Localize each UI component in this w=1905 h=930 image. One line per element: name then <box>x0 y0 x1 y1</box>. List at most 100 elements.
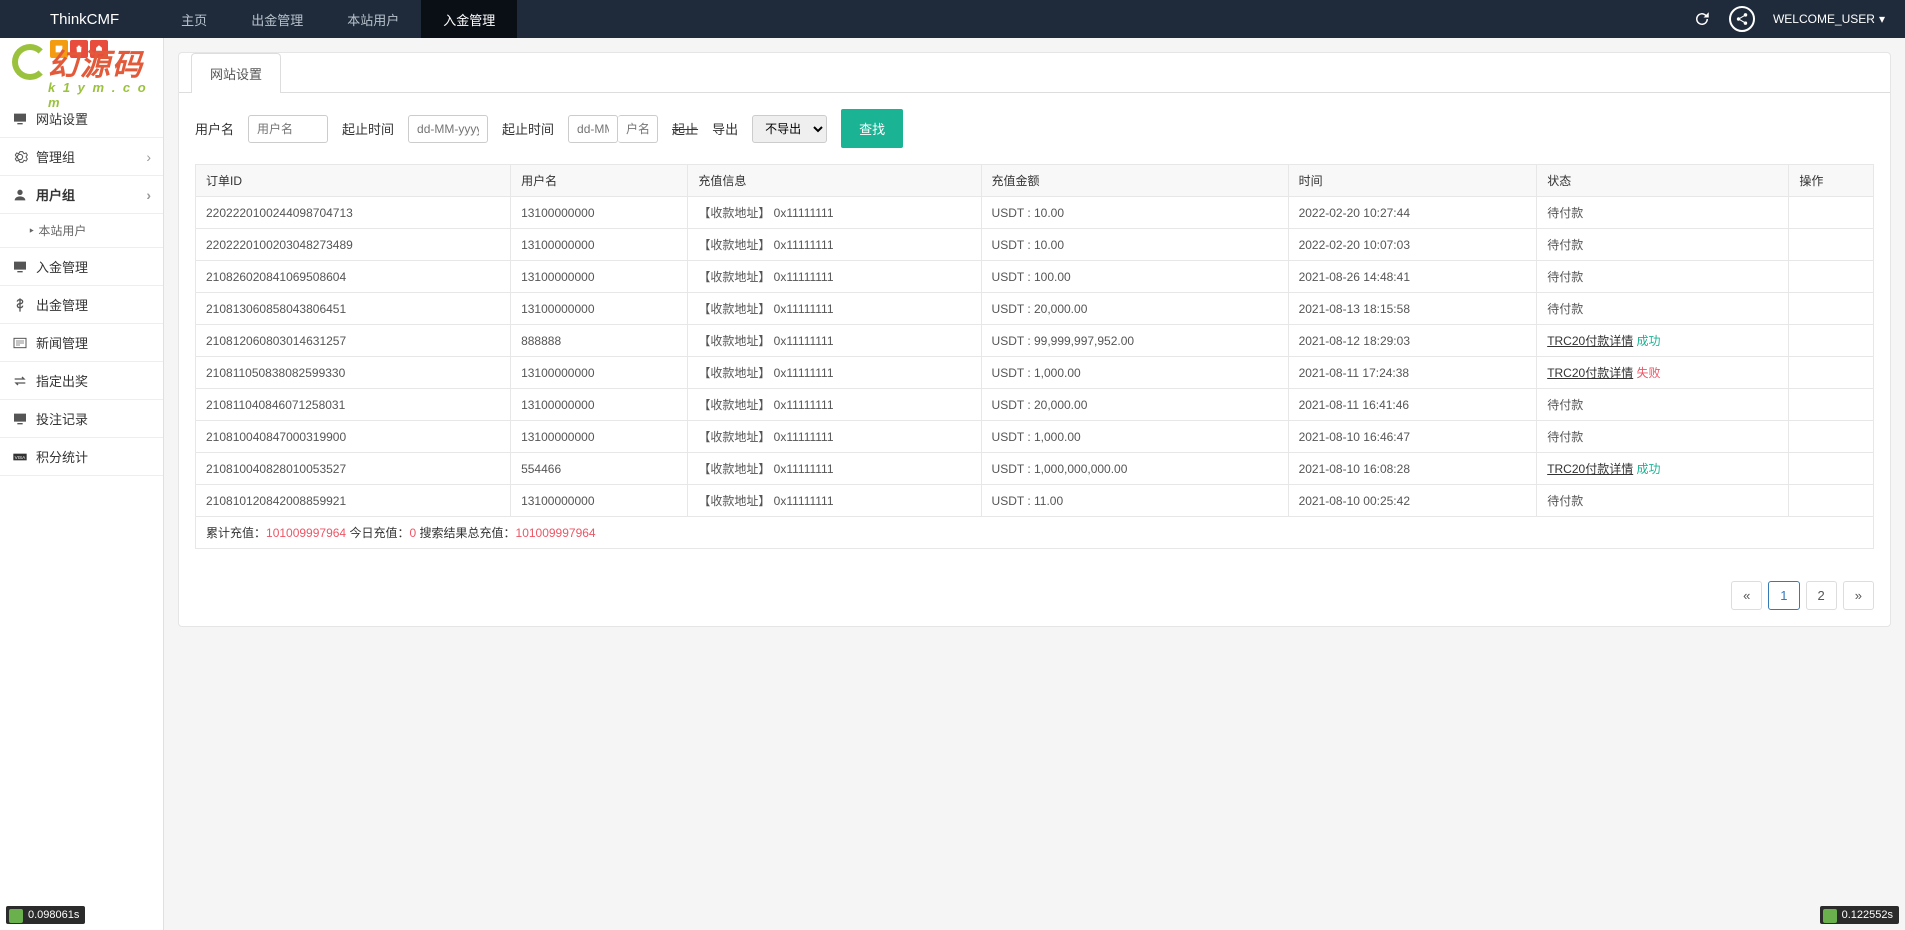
table-row: 21081306085804380645113100000000【收款地址】 0… <box>196 293 1874 325</box>
column-header: 操作 <box>1789 165 1874 197</box>
panel: 网站设置 用户名 起止时间 起止时间 起止 导出 不导出 查找 订单ID用户名充… <box>178 52 1891 627</box>
table-row: 21081104084607125803113100000000【收款地址】 0… <box>196 389 1874 421</box>
page-button[interactable]: 1 <box>1768 581 1799 610</box>
top-bar: ThinkCMF 主页出金管理本站用户入金管理 WELCOME_USER▾ <box>0 0 1905 38</box>
table-row: 21081012084200885992113100000000【收款地址】 0… <box>196 485 1874 517</box>
status-flag: 成功 <box>1633 334 1660 348</box>
column-header: 充值信息 <box>688 165 981 197</box>
action-cell <box>1789 485 1874 517</box>
sidebar-item[interactable]: 指定出奖 <box>0 362 163 399</box>
side-menu: 网站设置管理组 › 用户组 › 本站用户入金管理出金管理新闻管理指定出奖投注记录 VISA… <box>0 100 163 476</box>
user-icon <box>12 187 28 203</box>
action-cell <box>1789 229 1874 261</box>
sidebar-item[interactable]: VISA 积分统计 <box>0 438 163 475</box>
perf-right: 0.122552s <box>1820 906 1899 924</box>
sidebar-subitem[interactable]: 本站用户 <box>0 213 163 247</box>
end-date-input[interactable] <box>568 115 618 143</box>
page-button[interactable]: » <box>1843 581 1874 610</box>
quick-btn-1[interactable] <box>50 40 68 58</box>
top-right: WELCOME_USER▾ <box>1693 6 1905 32</box>
gear-icon <box>12 149 28 165</box>
topnav-item[interactable]: 出金管理 <box>229 0 325 38</box>
table-row: 21082602084106950860413100000000【收款地址】 0… <box>196 261 1874 293</box>
sidebar-item-label: 出金管理 <box>36 295 88 314</box>
pagination: «12» <box>179 565 1890 626</box>
tab-settings[interactable]: 网站设置 <box>191 53 281 93</box>
sidebar-item[interactable]: 新闻管理 <box>0 324 163 361</box>
sidebar: 幻源码 k 1 y m . c o m 网站设置管理组›用户组›本站用户入金管理… <box>0 38 164 930</box>
action-cell <box>1789 389 1874 421</box>
welcome-user[interactable]: WELCOME_USER▾ <box>1773 12 1885 26</box>
table-row: 210812060803014631257888888【收款地址】 0x1111… <box>196 325 1874 357</box>
action-cell <box>1789 197 1874 229</box>
action-cell <box>1789 325 1874 357</box>
svg-text:VISA: VISA <box>15 455 27 460</box>
export-select[interactable]: 不导出 <box>752 115 827 143</box>
action-cell <box>1789 261 1874 293</box>
status-flag: 失败 <box>1633 366 1660 380</box>
status-link[interactable]: TRC20付款详情 <box>1547 334 1633 348</box>
topnav-item[interactable]: 主页 <box>159 0 229 38</box>
table-row: 21081004084700031990013100000000【收款地址】 0… <box>196 421 1874 453</box>
sidebar-item-label: 积分统计 <box>36 447 88 466</box>
sidebar-item[interactable]: 入金管理 <box>0 248 163 285</box>
page-button[interactable]: « <box>1731 581 1762 610</box>
news-icon <box>12 335 28 351</box>
column-header: 充值金额 <box>981 165 1288 197</box>
table-row: 220222010020304827348​913100000000【收款地址】… <box>196 229 1874 261</box>
sidebar-item[interactable]: 管理组 › <box>0 138 163 175</box>
column-header: 时间 <box>1288 165 1537 197</box>
action-cell <box>1789 453 1874 485</box>
tabs: 网站设置 <box>179 53 1890 93</box>
sidebar-item-label: 网站设置 <box>36 109 88 128</box>
column-header: 用户名 <box>511 165 688 197</box>
quick-btn-2[interactable] <box>70 40 88 58</box>
sidebar-item-label: 指定出奖 <box>36 371 88 390</box>
visa-icon: VISA <box>12 449 28 465</box>
column-header: 状态 <box>1537 165 1789 197</box>
chevron-right-icon: › <box>146 149 151 165</box>
chevron-right-icon: › <box>146 187 151 203</box>
filter-bar: 用户名 起止时间 起止时间 起止 导出 不导出 查找 <box>179 93 1890 164</box>
desktop-icon <box>12 259 28 275</box>
sidebar-item[interactable]: 投注记录 <box>0 400 163 437</box>
start-date-input[interactable] <box>408 115 488 143</box>
sidebar-item[interactable]: 用户组 › <box>0 176 163 213</box>
page-button[interactable]: 2 <box>1806 581 1837 610</box>
search-button[interactable]: 查找 <box>841 109 903 148</box>
status-link[interactable]: TRC20付款详情 <box>1547 366 1633 380</box>
sidebar-item-label: 入金管理 <box>36 257 88 276</box>
sidebar-item-label: 投注记录 <box>36 409 88 428</box>
sidebar-item[interactable]: 出金管理 <box>0 286 163 323</box>
sidebar-quick-buttons <box>0 40 163 60</box>
table-row: 21081105083808259933013100000000【收款地址】 0… <box>196 357 1874 389</box>
top-nav: 主页出金管理本站用户入金管理 <box>159 0 517 38</box>
share-icon[interactable] <box>1729 6 1755 32</box>
end-label: 起止时间 <box>502 119 554 138</box>
table-row: 210810040828010053527554466【收款地址】 0x1111… <box>196 453 1874 485</box>
column-header: 订单ID <box>196 165 511 197</box>
sidebar-item-label: 管理组 <box>36 147 75 166</box>
refresh-icon[interactable] <box>1693 10 1711 28</box>
export-label: 导出 <box>712 119 738 138</box>
desktop-icon <box>12 111 28 127</box>
table-row: 220222010024409870471​313100000000【收款地址】… <box>196 197 1874 229</box>
data-table: 订单ID用户名充值信息充值金额时间状态操作 220222010024409870… <box>195 164 1874 549</box>
sidebar-item-label: 用户组 <box>36 185 75 204</box>
status-link[interactable]: TRC20付款详情 <box>1547 462 1633 476</box>
quick-btn-3[interactable] <box>90 40 108 58</box>
status-flag: 成功 <box>1633 462 1660 476</box>
exchange-icon <box>12 373 28 389</box>
desktop-icon <box>12 411 28 427</box>
end-date-input2[interactable] <box>618 115 658 143</box>
topnav-item[interactable]: 本站用户 <box>325 0 421 38</box>
user-label: 用户名 <box>195 119 234 138</box>
sidebar-item-label: 新闻管理 <box>36 333 88 352</box>
action-cell <box>1789 421 1874 453</box>
action-cell <box>1789 293 1874 325</box>
user-input[interactable] <box>248 115 328 143</box>
brand: ThinkCMF <box>0 11 159 28</box>
topnav-item[interactable]: 入金管理 <box>421 0 517 38</box>
sidebar-item[interactable]: 网站设置 <box>0 100 163 137</box>
action-cell <box>1789 357 1874 389</box>
